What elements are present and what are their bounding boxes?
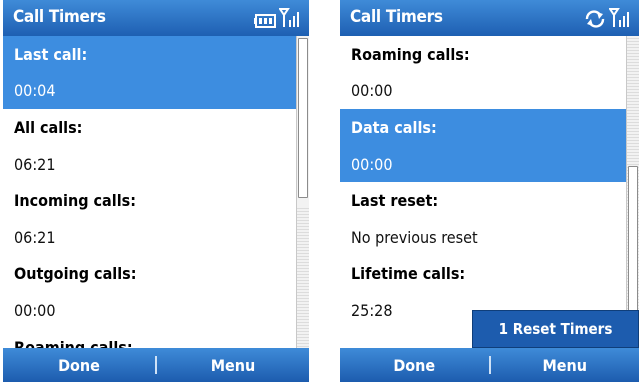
softkey-bar: Done Menu [3,348,309,382]
list-item-label-outgoing-calls[interactable]: Outgoing calls: [3,256,309,293]
scrollbar-thumb[interactable] [298,38,308,198]
status-icons [254,8,301,28]
page-title: Call Timers [13,7,106,27]
phone-screen-left: Call Timers Last call: 00:04 All calls: … [3,0,309,382]
list-item-value-all-calls[interactable]: 06:21 [3,146,309,183]
done-softkey[interactable]: Done [340,356,489,375]
list-item-label-incoming-calls[interactable]: Incoming calls: [3,182,309,219]
done-softkey[interactable]: Done [3,356,155,375]
battery-icon [254,14,276,28]
list-item-value-data-calls[interactable]: 00:00 [340,145,639,183]
list-item-value-last-call[interactable]: 00:04 [3,72,309,110]
scrollbar[interactable] [626,36,639,348]
reset-timers-menu-item[interactable]: 1 Reset Timers [472,310,639,348]
list-item-label-lifetime-calls[interactable]: Lifetime calls: [340,256,639,293]
list-item-label-all-calls[interactable]: All calls: [3,109,309,146]
menu-softkey[interactable]: Menu [157,356,309,375]
list-item-value-incoming-calls[interactable]: 06:21 [3,219,309,256]
list-item-label-last-call[interactable]: Last call: [3,36,309,73]
title-bar: Call Timers [3,0,309,36]
phone-screen-right: Call Timers Roaming calls: 00:00 Data ca… [340,0,639,382]
list-item-label-last-reset[interactable]: Last reset: [340,182,639,219]
title-bar: Call Timers [340,0,639,36]
signal-icon [609,8,629,27]
scrollbar-track [297,206,309,348]
list-item-label-roaming-calls[interactable]: Roaming calls: [340,36,639,73]
list-item-value-last-reset[interactable]: No previous reset [340,219,639,256]
softkey-bar: Done Menu [340,348,639,382]
status-icons [584,8,631,28]
timer-list: Last call: 00:04 All calls: 06:21 Incomi… [3,36,309,357]
sync-arrows-icon [585,10,605,28]
list-item-value-outgoing-calls[interactable]: 00:00 [3,292,309,329]
signal-icon [279,8,299,27]
scrollbar[interactable] [296,36,309,348]
list-item-label-data-calls[interactable]: Data calls: [340,109,639,146]
scrollbar-thumb[interactable] [628,166,638,326]
page-title: Call Timers [350,7,443,27]
menu-softkey[interactable]: Menu [491,356,639,375]
list-item-value-roaming-calls[interactable]: 00:00 [340,73,639,110]
timer-list: Roaming calls: 00:00 Data calls: 00:00 L… [340,36,639,348]
